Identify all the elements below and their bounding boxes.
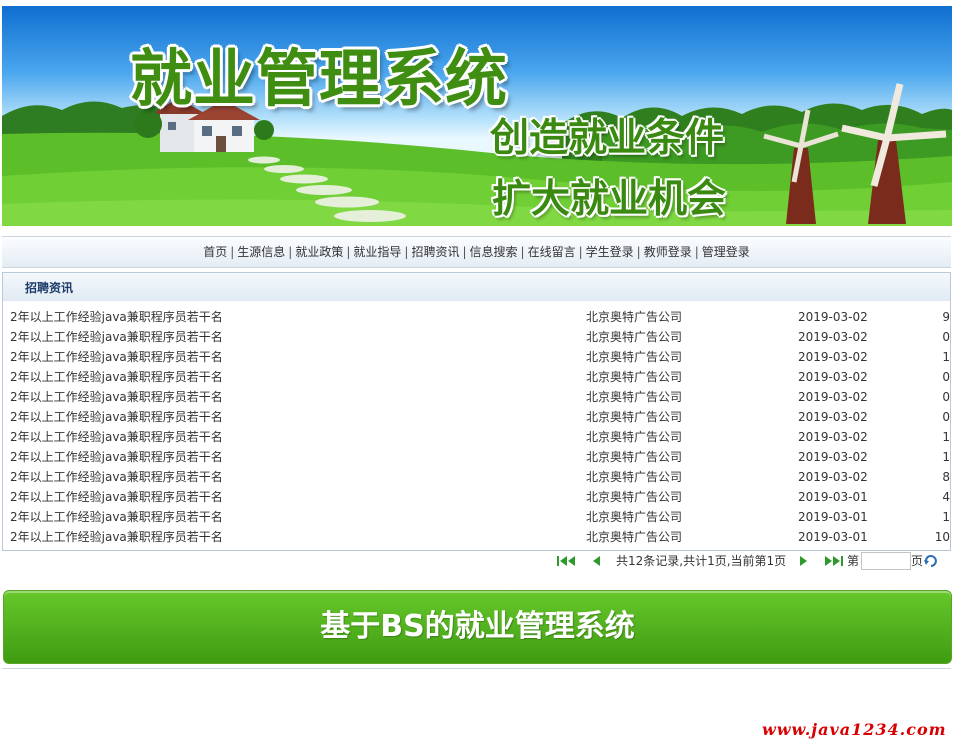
job-title-link[interactable]: 2年以上工作经验java兼职程序员若干名: [10, 367, 223, 387]
job-title-link[interactable]: 2年以上工作经验java兼职程序员若干名: [10, 327, 223, 347]
company-name: 北京奥特广告公司: [586, 490, 683, 504]
company-name: 北京奥特广告公司: [586, 410, 683, 424]
recruitment-panel: 招聘资讯 2年以上工作经验java兼职程序员若干名 北京奥特广告公司 2019-03…: [2, 272, 951, 551]
publish-date: 2019-03-01: [798, 530, 868, 544]
view-count: 8: [942, 470, 950, 484]
view-count: 1: [942, 450, 950, 464]
list-item: 2年以上工作经验java兼职程序员若干名 北京奥特广告公司 2019-03-02 8: [3, 467, 950, 487]
pagination-summary: 共12条记录,共计1页,当前第1页: [616, 554, 787, 568]
view-count: 1: [942, 510, 950, 524]
job-title-link[interactable]: 2年以上工作经验java兼职程序员若干名: [10, 427, 223, 447]
company-name: 北京奥特广告公司: [586, 370, 683, 384]
goto-prefix: 第: [847, 554, 860, 568]
next-page-icon[interactable]: [794, 554, 816, 568]
company-name: 北京奥特广告公司: [586, 470, 683, 484]
view-count: 9: [942, 310, 950, 324]
view-count: 4: [942, 490, 950, 504]
view-count: 0: [942, 370, 950, 384]
view-count: 0: [942, 410, 950, 424]
list-item: 2年以上工作经验java兼职程序员若干名 北京奥特广告公司 2019-03-02 1: [3, 427, 950, 447]
company-name: 北京奥特广告公司: [586, 310, 683, 324]
job-title-link[interactable]: 2年以上工作经验java兼职程序员若干名: [10, 407, 223, 427]
banner-slogan-create: 创造就业条件: [490, 116, 725, 161]
top-nav: 首页 | 生源信息 | 就业政策 | 就业指导 | 招聘资讯 | 信息搜索 | 在线留言 | 学生登录 | 教师…: [2, 236, 951, 268]
nav-online-message[interactable]: 在线留言: [528, 245, 576, 259]
watermark: www.java1234.com: [762, 720, 947, 739]
publish-date: 2019-03-02: [798, 310, 868, 324]
publish-date: 2019-03-02: [798, 350, 868, 364]
recruitment-list: 2年以上工作经验java兼职程序员若干名 北京奥特广告公司 2019-03-02 9 2…: [3, 307, 950, 547]
list-item: 2年以上工作经验java兼职程序员若干名 北京奥特广告公司 2019-03-02 9: [3, 307, 950, 327]
page-number-input[interactable]: [861, 552, 911, 570]
banner-slogan-expand: 扩大就业机会: [492, 177, 727, 222]
nav-admin-login[interactable]: 管理登录: [702, 245, 750, 259]
nav-employment-guidance[interactable]: 就业指导: [353, 245, 401, 259]
banner-title: 就业管理系统: [130, 42, 509, 115]
job-title-link[interactable]: 2年以上工作经验java兼职程序员若干名: [10, 467, 223, 487]
view-count: 0: [942, 330, 950, 344]
job-title-link[interactable]: 2年以上工作经验java兼职程序员若干名: [10, 527, 223, 547]
publish-date: 2019-03-02: [798, 450, 868, 464]
publish-date: 2019-03-02: [798, 410, 868, 424]
company-name: 北京奥特广告公司: [586, 430, 683, 444]
publish-date: 2019-03-02: [798, 330, 868, 344]
list-item: 2年以上工作经验java兼职程序员若干名 北京奥特广告公司 2019-03-02 0: [3, 327, 950, 347]
footer-divider: [2, 668, 951, 669]
prev-page-icon[interactable]: [588, 554, 610, 568]
list-item: 2年以上工作经验java兼职程序员若干名 北京奥特广告公司 2019-03-02 1: [3, 347, 950, 367]
footer-banner: 基于BS的就业管理系统: [3, 590, 952, 664]
job-title-link[interactable]: 2年以上工作经验java兼职程序员若干名: [10, 447, 223, 467]
publish-date: 2019-03-02: [798, 390, 868, 404]
company-name: 北京奥特广告公司: [586, 350, 683, 364]
publish-date: 2019-03-02: [798, 430, 868, 444]
job-title-link[interactable]: 2年以上工作经验java兼职程序员若干名: [10, 307, 223, 327]
publish-date: 2019-03-01: [798, 510, 868, 524]
header-banner: 就业管理系统 创造就业条件 扩大就业机会: [2, 6, 952, 226]
company-name: 北京奥特广告公司: [586, 450, 683, 464]
goto-suffix: 页: [911, 554, 924, 568]
list-item: 2年以上工作经验java兼职程序员若干名 北京奥特广告公司 2019-03-02 0: [3, 367, 950, 387]
pagination: 共12条记录,共计1页,当前第1页 第 页: [550, 551, 950, 571]
publish-date: 2019-03-02: [798, 370, 868, 384]
view-count: 1: [942, 350, 950, 364]
nav-student-login[interactable]: 学生登录: [586, 245, 634, 259]
nav-home[interactable]: 首页: [203, 245, 227, 259]
nav-recruitment-news[interactable]: 招聘资讯: [411, 245, 459, 259]
list-item: 2年以上工作经验java兼职程序员若干名 北京奥特广告公司 2019-03-02 0: [3, 387, 950, 407]
last-page-icon[interactable]: [822, 554, 844, 568]
nav-info-search[interactable]: 信息搜索: [470, 245, 518, 259]
list-item: 2年以上工作经验java兼职程序员若干名 北京奥特广告公司 2019-03-01 4: [3, 487, 950, 507]
publish-date: 2019-03-02: [798, 470, 868, 484]
first-page-icon[interactable]: [556, 554, 578, 568]
view-count: 0: [942, 390, 950, 404]
job-title-link[interactable]: 2年以上工作经验java兼职程序员若干名: [10, 347, 223, 367]
list-item: 2年以上工作经验java兼职程序员若干名 北京奥特广告公司 2019-03-01 1: [3, 507, 950, 527]
nav-student-source[interactable]: 生源信息: [237, 245, 285, 259]
view-count: 10: [934, 530, 950, 544]
publish-date: 2019-03-01: [798, 490, 868, 504]
company-name: 北京奥特广告公司: [586, 530, 683, 544]
view-count: 1: [942, 430, 950, 444]
go-icon[interactable]: [923, 554, 939, 568]
list-item: 2年以上工作经验java兼职程序员若干名 北京奥特广告公司 2019-03-01 10: [3, 527, 950, 547]
company-name: 北京奥特广告公司: [586, 510, 683, 524]
nav-employment-policy[interactable]: 就业政策: [295, 245, 343, 259]
company-name: 北京奥特广告公司: [586, 330, 683, 344]
job-title-link[interactable]: 2年以上工作经验java兼职程序员若干名: [10, 487, 223, 507]
company-name: 北京奥特广告公司: [586, 390, 683, 404]
list-item: 2年以上工作经验java兼职程序员若干名 北京奥特广告公司 2019-03-02 1: [3, 447, 950, 467]
job-title-link[interactable]: 2年以上工作经验java兼职程序员若干名: [10, 387, 223, 407]
job-title-link[interactable]: 2年以上工作经验java兼职程序员若干名: [10, 507, 223, 527]
nav-teacher-login[interactable]: 教师登录: [644, 245, 692, 259]
panel-heading: 招聘资讯: [3, 273, 950, 301]
list-item: 2年以上工作经验java兼职程序员若干名 北京奥特广告公司 2019-03-02 0: [3, 407, 950, 427]
